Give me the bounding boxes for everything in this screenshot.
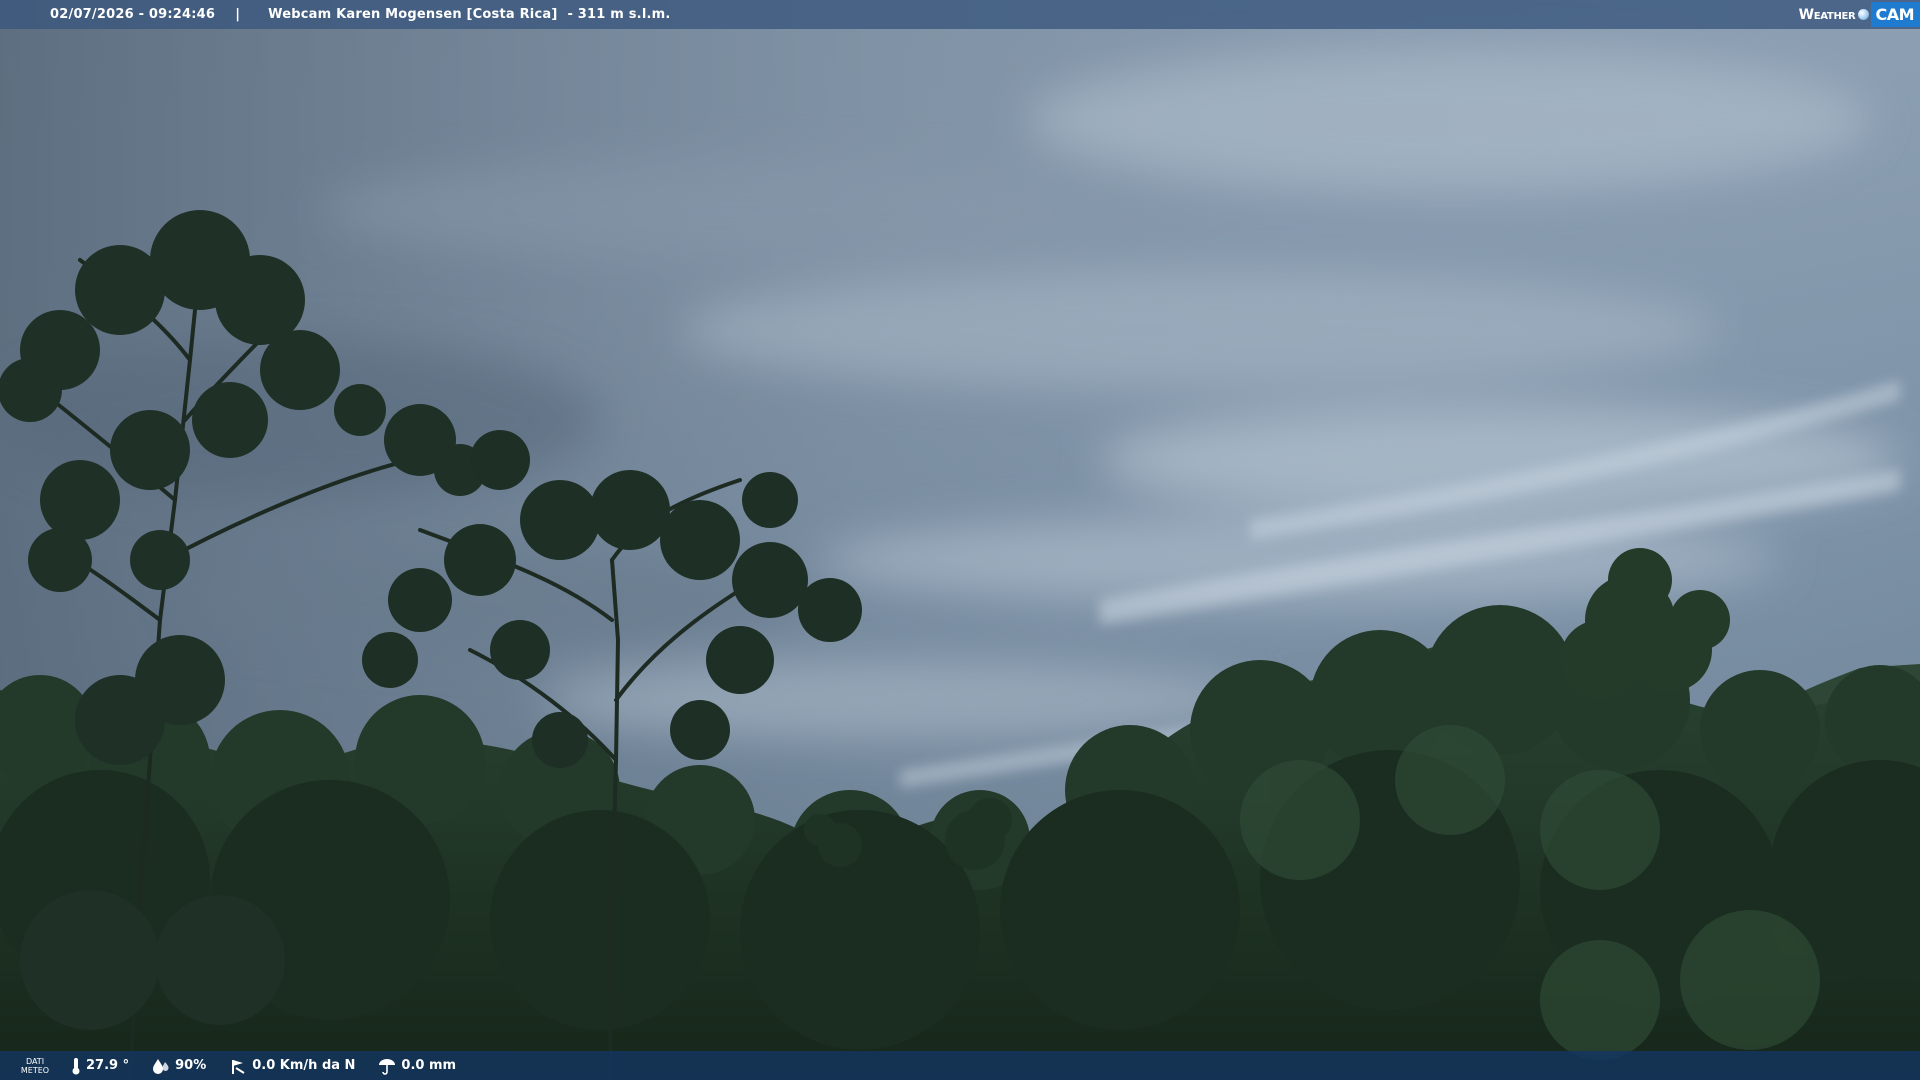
weathercam-logo: Weather CAM: [1799, 0, 1920, 29]
temperature-reading: 27.9 °: [70, 1057, 129, 1075]
logo-globe-icon: [1858, 9, 1870, 20]
timestamp: 02/07/2026 - 09:24:46: [50, 7, 216, 22]
camera-altitude: - 311 m s.l.m.: [567, 7, 671, 22]
header-separator: |: [235, 7, 241, 22]
temperature-value: 27.9 °: [86, 1058, 130, 1073]
top-info-bar: 02/07/2026 - 09:24:46 | Webcam Karen Mog…: [0, 0, 1920, 29]
logo-weather-text: Weather: [1798, 6, 1856, 23]
rain-value: 0.0 mm: [401, 1058, 457, 1073]
wind-icon: [232, 1059, 245, 1074]
weather-data-label-line1: DATI: [25, 1056, 45, 1066]
thermometer-icon: [72, 1057, 80, 1074]
weather-data-label-line2: METEO: [20, 1065, 50, 1075]
webcam-image: [0, 0, 1920, 1080]
rain-icon: [379, 1058, 396, 1075]
wind-value: 0.0 Km/h da N: [252, 1058, 356, 1073]
weather-data-bar: DATI METEO 27.9 ° 90% 0.0 Km/h da N 0.0 …: [0, 1051, 1920, 1080]
camera-name: Webcam Karen Mogensen [Costa Rica]: [268, 7, 558, 22]
webcam-view: 02/07/2026 - 09:24:46 | Webcam Karen Mog…: [0, 0, 1920, 1080]
humidity-value: 90%: [175, 1058, 207, 1073]
rain-reading: 0.0 mm: [377, 1057, 456, 1075]
weather-data-label: DATI METEO: [0, 1057, 70, 1075]
wind-reading: 0.0 Km/h da N: [228, 1057, 355, 1075]
humidity-reading: 90%: [151, 1057, 206, 1075]
humidity-icon: [153, 1058, 169, 1074]
logo-cam-text: CAM: [1871, 2, 1920, 27]
